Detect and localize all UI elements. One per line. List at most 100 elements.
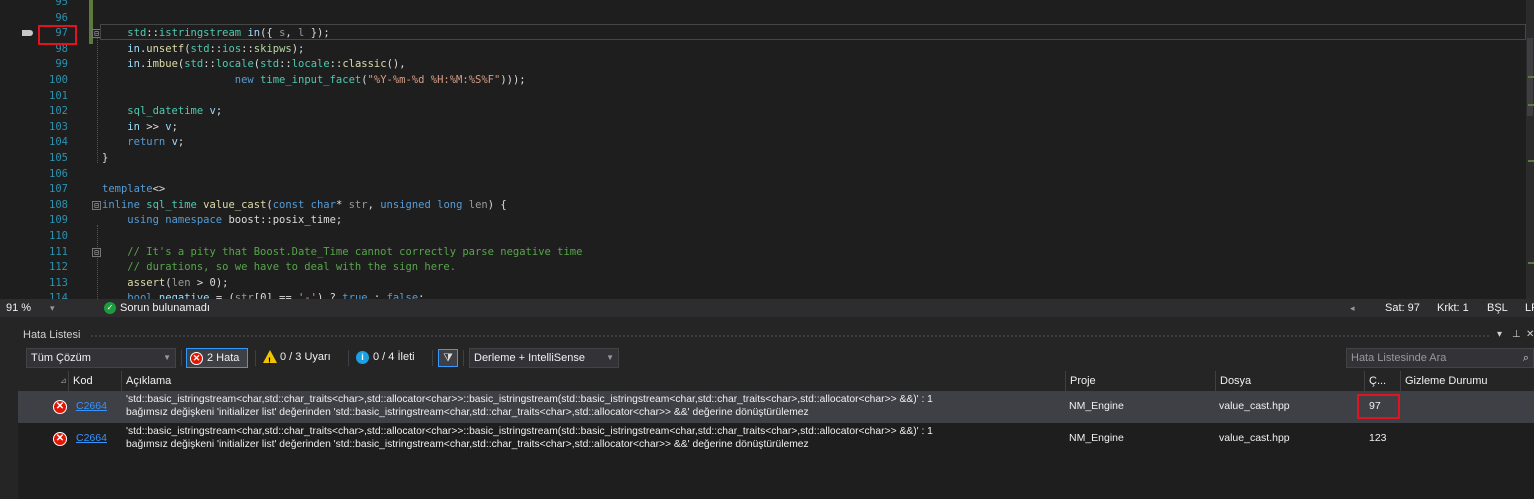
zoom-dropdown-icon[interactable]: ▾: [50, 299, 55, 317]
code-token: )));: [500, 74, 526, 86]
clear-filter-icon[interactable]: ⧩: [438, 349, 458, 367]
table-row[interactable]: ✕ C2664 'std::basic_istringstream<char,s…: [18, 423, 1534, 455]
code-token: <>: [152, 183, 166, 196]
code-token: in: [247, 27, 261, 40]
code-token: using: [127, 214, 159, 227]
build-source-dropdown[interactable]: Derleme + IntelliSense ▼: [469, 348, 619, 368]
error-file: value_cast.hpp: [1219, 432, 1290, 444]
code-line[interactable]: inline sql_time value_cast(const char* s…: [102, 198, 507, 214]
code-line[interactable]: return v;: [102, 135, 184, 151]
error-list-search-input[interactable]: Hata Listesinde Ara ⌕: [1346, 348, 1534, 368]
code-editor[interactable]: 95 96 97 98 99 100 101 102 103 104 105 106 107 108 109…: [0, 0, 1534, 299]
code-line[interactable]: }: [102, 151, 108, 167]
code-line[interactable]: in >> v;: [102, 120, 178, 136]
line-number: 101: [49, 89, 68, 102]
panel-grip[interactable]: [90, 334, 1490, 338]
code-token: unsetf: [146, 42, 185, 55]
code-token: assert: [127, 276, 166, 289]
column-header-icon[interactable]: ⊿: [18, 371, 67, 391]
code-token: sql_datetime: [127, 105, 204, 118]
error-project: NM_Engine: [1069, 432, 1124, 444]
code-token: template: [102, 183, 153, 196]
code-line[interactable]: template<>: [102, 182, 165, 198]
code-token: ,: [367, 198, 381, 211]
search-icon[interactable]: ⌕: [1523, 349, 1529, 367]
error-icon: ✕: [53, 400, 67, 414]
error-line: 123: [1369, 432, 1387, 444]
code-line[interactable]: bool negative = (str[0] == '-') ? true :…: [102, 291, 424, 299]
line-number: 105: [49, 152, 68, 164]
column-header-file[interactable]: Dosya: [1215, 371, 1364, 391]
line-number: 100: [49, 74, 68, 86]
error-code-link[interactable]: C2664: [76, 432, 107, 464]
code-token: ;: [171, 120, 178, 133]
toolbar-separator: [255, 350, 256, 366]
table-row[interactable]: ✕ C2664 'std::basic_istringstream<char,s…: [18, 391, 1534, 423]
column-header-project[interactable]: Proje: [1065, 371, 1215, 391]
code-line[interactable]: // It's a pity that Boost.Date_Time cann…: [102, 245, 582, 261]
code-token: false: [386, 292, 419, 299]
code-line[interactable]: new time_input_facet("%Y-%m-%d %H:%M:%S%…: [102, 73, 526, 89]
panel-header: Hata Listesi ▾ ⊥ ✕: [0, 325, 1534, 345]
outline-guide: [97, 225, 98, 299]
line-97-highlight-box: [38, 25, 77, 45]
code-token: value_cast: [203, 198, 267, 211]
issues-status-text[interactable]: Sorun bulunamadı: [120, 299, 210, 317]
code-token: >>: [139, 120, 166, 133]
line-number: 99: [55, 58, 68, 71]
column-header-description[interactable]: Açıklama: [121, 371, 1065, 391]
code-line[interactable]: // durations, so we have to deal with th…: [102, 260, 456, 276]
zoom-level[interactable]: 91 %: [6, 299, 31, 317]
column-header-line[interactable]: Ç...: [1364, 371, 1400, 391]
collapse-toggle-icon[interactable]: ⊟: [92, 200, 101, 210]
editor-vertical-scrollbar[interactable]: [1526, 0, 1534, 299]
code-line[interactable]: in.unsetf(std::ios::skipws);: [102, 42, 304, 58]
column-header-suppression[interactable]: Gizleme Durumu: [1400, 371, 1534, 391]
code-line[interactable]: assert(len > 0);: [102, 276, 228, 292]
line-number: 111: [49, 245, 68, 258]
code-token: });: [304, 27, 330, 40]
code-token: ::: [329, 58, 343, 71]
code-token: ios: [222, 42, 242, 55]
line-number: 112: [49, 261, 68, 274]
error-icon: ✕: [53, 432, 67, 446]
code-line[interactable]: std::istringstream in({ s, l });: [102, 26, 330, 42]
code-token: str: [234, 292, 254, 299]
code-area[interactable]: std::istringstream in({ s, l }); in.unse…: [102, 0, 1522, 299]
chevron-down-icon: ▼: [606, 353, 614, 362]
panel-menu-icon[interactable]: ▾: [1497, 325, 1502, 345]
toolbar-separator: [463, 350, 464, 366]
pin-icon[interactable]: ⊥: [1512, 325, 1521, 345]
code-line[interactable]: in.imbue(std::locale(std::locale::classi…: [102, 57, 405, 73]
code-token: bool: [127, 292, 153, 299]
line-number: 95: [55, 0, 68, 8]
collapse-toggle-icon[interactable]: ⊟: [92, 247, 101, 257]
line-ending[interactable]: LF: [1525, 299, 1534, 317]
line-number: 110: [49, 230, 68, 242]
column-header-code[interactable]: Kod: [68, 371, 121, 391]
close-icon[interactable]: ✕: [1526, 325, 1534, 345]
code-token: in: [127, 120, 140, 133]
code-token: :: [367, 292, 387, 299]
glyph-margin[interactable]: [0, 0, 36, 299]
code-token: '-': [298, 292, 317, 299]
scrollbar-change-mark: [1528, 160, 1534, 162]
code-line[interactable]: sql_datetime v;: [102, 104, 222, 120]
warnings-filter-button[interactable]: 0 / 3 Uyarı: [260, 348, 344, 370]
toolbar-separator: [181, 350, 182, 366]
outline-guide: [97, 38, 98, 163]
line-number: 109: [49, 214, 68, 227]
code-line[interactable]: using namespace boost::posix_time;: [102, 213, 342, 229]
line-number: 106: [49, 167, 68, 180]
errors-filter-button[interactable]: ✕ 2 Hata: [186, 348, 248, 368]
scope-dropdown[interactable]: Tüm Çözüm ▼: [26, 348, 176, 368]
messages-filter-button[interactable]: i 0 / 4 İleti: [353, 348, 427, 368]
code-token: imbue: [146, 58, 178, 71]
horizontal-scroll-left-icon[interactable]: ◂: [1350, 299, 1355, 317]
code-token: sql_time: [146, 198, 197, 211]
